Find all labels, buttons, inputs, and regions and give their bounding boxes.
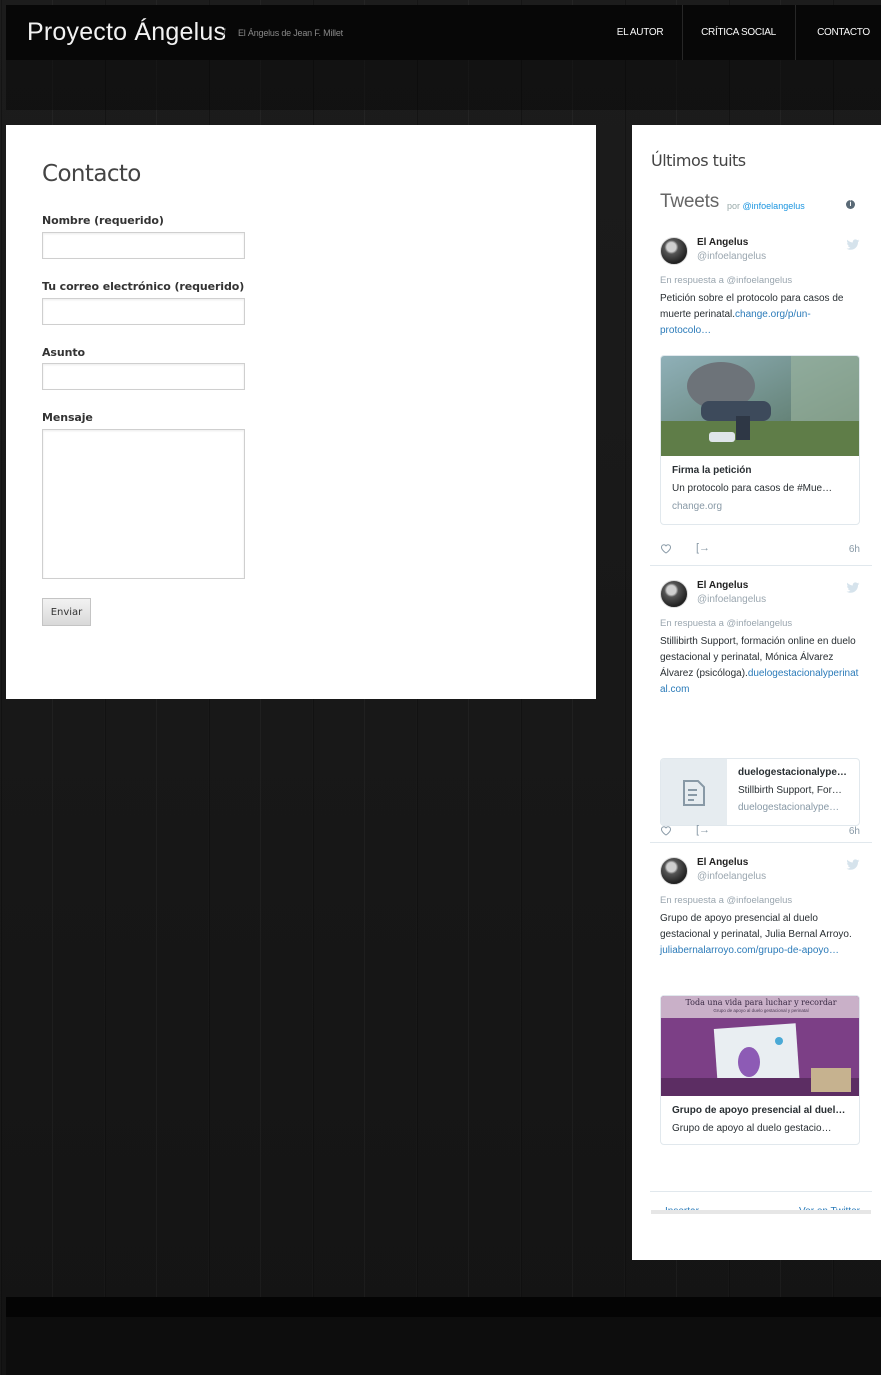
like-heart-icon[interactable] (660, 825, 672, 836)
nav-item-el-autor[interactable]: El autor (609, 5, 671, 60)
nav-item-critica-social[interactable]: Crítica social (682, 5, 795, 60)
twitter-timeline-widget: Tweets por @infoelangelus i El Angelus @… (650, 181, 872, 1233)
card-title: Firma la petición (672, 465, 752, 476)
card-domain: change.org (672, 501, 723, 512)
name-label: Nombre (requerido) (42, 214, 164, 227)
twitter-bird-icon[interactable] (846, 859, 860, 871)
link-card[interactable]: Toda una vida para luchar y recordar Gru… (660, 995, 860, 1145)
tweet-divider (650, 565, 872, 566)
email-label: Tu correo electrónico (requerido) (42, 280, 245, 293)
info-icon[interactable]: i (846, 200, 855, 209)
card-image (661, 356, 859, 456)
tweet-text: Grupo de apoyo presencial al duelo gesta… (660, 911, 860, 959)
avatar[interactable] (660, 580, 688, 608)
card-description: Un protocolo para casos de #Mue… (672, 483, 833, 494)
link-card[interactable]: duelogestacionalype… Stillbirth Support,… (660, 758, 860, 826)
sidebar-panel: Últimos tuits Tweets por @infoelangelus … (632, 125, 881, 1260)
tweet-actions: [→ 6h (660, 542, 860, 558)
tweet-timestamp[interactable]: 6h (849, 544, 860, 555)
site-header: Proyecto Ángelus / El Ángelus de Jean F.… (6, 5, 881, 60)
site-title[interactable]: Proyecto Ángelus (27, 18, 226, 47)
byline-prefix: por (727, 201, 741, 211)
title-separator: / (223, 28, 226, 39)
widget-byline: por @infoelangelus (727, 201, 805, 211)
tweet-divider (650, 842, 872, 843)
tweet-body: Grupo de apoyo presencial al duelo gesta… (660, 913, 852, 940)
tweet-text: Petición sobre el protocolo para casos d… (660, 291, 860, 339)
share-icon[interactable]: [→ (696, 542, 710, 554)
name-field[interactable] (42, 232, 245, 259)
email-field[interactable] (42, 298, 245, 325)
tweet-actions: [→ 6h (660, 824, 860, 840)
page-title: Contacto (42, 161, 141, 187)
tweet-author-handle[interactable]: @infoelangelus (697, 594, 766, 605)
card-description: Grupo de apoyo al duelo gestacio… (672, 1123, 832, 1134)
share-icon[interactable]: [→ (696, 824, 710, 836)
widget-title[interactable]: Tweets (660, 191, 719, 213)
avatar[interactable] (660, 857, 688, 885)
tweet-author-handle[interactable]: @infoelangelus (697, 871, 766, 882)
send-button[interactable]: Enviar (42, 598, 91, 626)
card-title: duelogestacionalype… (738, 767, 847, 778)
tweet-timestamp[interactable]: 6h (849, 826, 860, 837)
card-thumbnail (661, 759, 727, 825)
footer (6, 1317, 881, 1375)
card-domain: duelogestacionalype… (738, 802, 840, 813)
sidebar-divider (651, 1210, 871, 1214)
message-field[interactable] (42, 429, 245, 579)
card-image-subline: Grupo de apoyo al duelo gestacional y pe… (713, 1008, 809, 1013)
nav-divider (795, 5, 796, 60)
tweet-author-name[interactable]: El Angelus (697, 580, 748, 591)
tweet-reply-context[interactable]: En respuesta a @infoelangelus (660, 618, 792, 629)
sidebar-title: Últimos tuits (651, 151, 746, 170)
card-title: Grupo de apoyo presencial al duel… (672, 1105, 846, 1116)
subject-field[interactable] (42, 363, 245, 390)
byline-handle-link[interactable]: @infoelangelus (743, 201, 805, 211)
tweet-text: Stillibirth Support, formación online en… (660, 634, 860, 698)
card-description: Stillbirth Support, For… (738, 785, 842, 796)
avatar[interactable] (660, 237, 688, 265)
contact-panel: Contacto Nombre (requerido) Tu correo el… (6, 125, 596, 699)
tweet-author-handle[interactable]: @infoelangelus (697, 251, 766, 262)
footer-bar (6, 1297, 881, 1317)
tweet-link[interactable]: juliabernalarroyo.com/grupo-de-apoyo… (660, 945, 839, 956)
site-tagline: El Ángelus de Jean F. Millet (238, 28, 343, 38)
card-image-headline: Toda una vida para luchar y recordar (685, 998, 837, 1007)
tweet-reply-context[interactable]: En respuesta a @infoelangelus (660, 895, 792, 906)
message-label: Mensaje (42, 411, 93, 424)
like-heart-icon[interactable] (660, 543, 672, 554)
nav-item-contacto[interactable]: Contacto (806, 5, 881, 60)
tweet-reply-context[interactable]: En respuesta a @infoelangelus (660, 275, 792, 286)
twitter-bird-icon[interactable] (846, 582, 860, 594)
tweet-author-name[interactable]: El Angelus (697, 237, 748, 248)
subject-label: Asunto (42, 346, 85, 359)
tweet-author-name[interactable]: El Angelus (697, 857, 748, 868)
header-band (6, 60, 881, 110)
link-card[interactable]: Firma la petición Un protocolo para caso… (660, 355, 860, 525)
twitter-bird-icon[interactable] (846, 239, 860, 251)
document-icon (683, 780, 705, 806)
